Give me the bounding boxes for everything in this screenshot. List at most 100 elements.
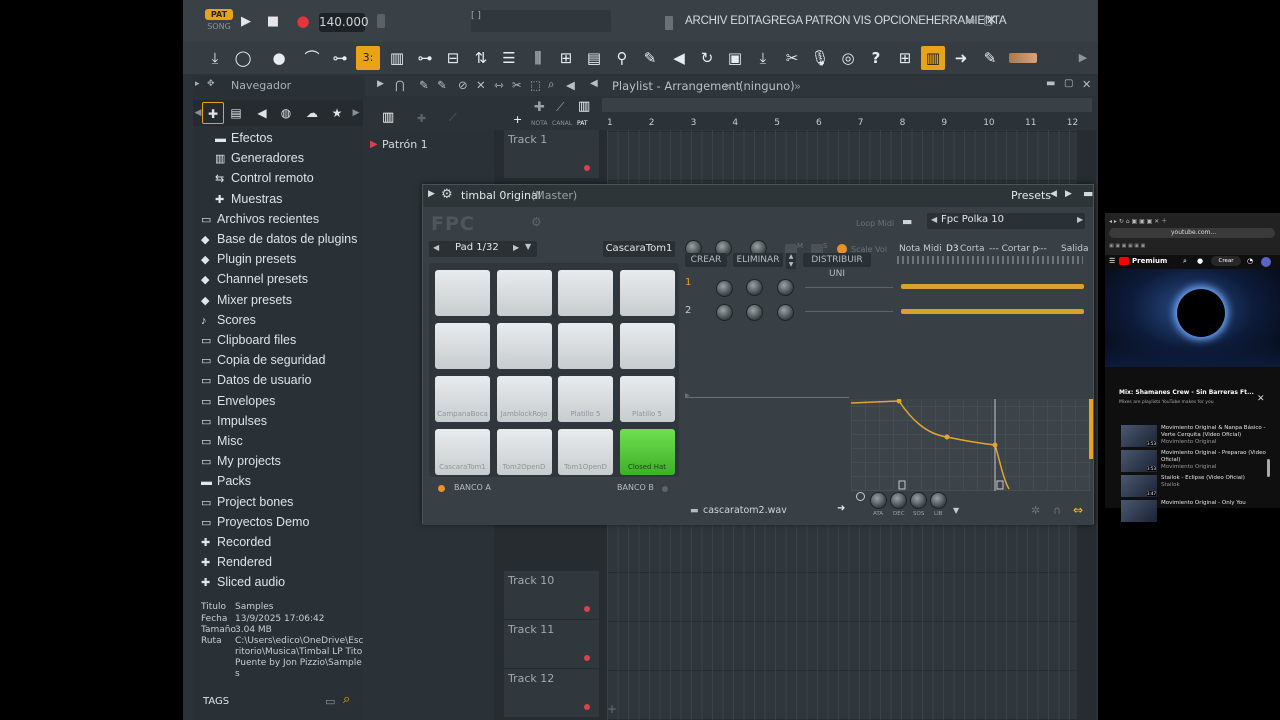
preset-prev-icon[interactable]: ◀ (1050, 189, 1057, 199)
headphone-icon[interactable]: ∩ (1053, 504, 1061, 517)
microphone-icon[interactable]: 🎙 (808, 46, 832, 70)
browser-item-scores[interactable]: ♪ Scores (201, 310, 256, 330)
browser-icon[interactable]: ✎ (638, 46, 662, 70)
pattern-mode-icon[interactable]: ▥ (578, 99, 590, 114)
all-tab-icon[interactable]: ✚ (202, 102, 224, 124)
browser-item-base-de-datos-de-plugins[interactable]: ◆ Base de datos de plugins (201, 229, 357, 249)
arrow-right-icon[interactable]: ➜ (949, 46, 973, 70)
layer-2-velocity-range[interactable] (901, 309, 1084, 314)
layer-2-pitch-knob[interactable] (777, 304, 794, 321)
pad-option-s[interactable]: S (823, 242, 827, 250)
velocity-ruler[interactable] (897, 256, 1083, 264)
eliminar-button[interactable]: ELIMINAR (733, 253, 783, 267)
track-header[interactable]: Track 12 (504, 669, 599, 718)
browser-item-impulses[interactable]: ▭ Impulses (201, 411, 267, 431)
drum-pad[interactable] (619, 270, 675, 316)
bank-b-led[interactable] (662, 486, 668, 492)
browser-item-envelopes[interactable]: ▭ Envelopes (201, 391, 275, 411)
window-x-icon[interactable]: ✕ (986, 13, 997, 28)
drum-pad[interactable] (496, 270, 552, 316)
fpc-settings-gear-icon[interactable]: ⚙ (441, 187, 453, 202)
plugin-db-tab-icon[interactable]: ◍ (275, 102, 297, 124)
loop-record-icon[interactable]: ⊶ (413, 46, 437, 70)
fpc-menu-arrow-icon[interactable]: ▶ (428, 189, 435, 199)
mix-title[interactable]: Mix: Shamanes Crew - Sin Barreras Ft... (1119, 389, 1269, 396)
browser-item-sliced-audio[interactable]: ✚ Sliced audio (201, 572, 285, 592)
tempo-display[interactable]: 140.000 (319, 13, 369, 32)
browser-item-packs[interactable]: ▬ Packs (201, 471, 251, 491)
channel-mode-icon[interactable]: ⟋ (556, 100, 564, 115)
drum-pad[interactable] (619, 323, 675, 369)
step-edit-icon[interactable]: ▥ (385, 46, 409, 70)
help-icon[interactable]: ? (864, 46, 888, 70)
env-attack-knob[interactable] (870, 492, 887, 509)
download-icon[interactable]: ⤓ (203, 46, 227, 70)
files-tab-icon[interactable]: ▤ (225, 102, 247, 124)
drum-pad[interactable]: CampanaBoca (435, 376, 490, 422)
playlist-close-icon[interactable]: ✕ (1082, 78, 1091, 91)
pad-name-field[interactable]: CascaraTom1 (603, 241, 675, 257)
save-icon[interactable]: ▣ (723, 46, 747, 70)
address-bar[interactable]: youtube.com... (1109, 228, 1275, 238)
hamburger-icon[interactable]: ☰ (1109, 257, 1115, 265)
video-player[interactable] (1105, 269, 1280, 367)
browser-item-control-remoto[interactable]: ⇆ Control remoto (215, 168, 314, 188)
draw-tool-icon[interactable]: ✎ (419, 78, 429, 92)
zoom-tool-icon[interactable]: ⌕ (548, 77, 554, 92)
cut-icon[interactable]: ✂ (780, 46, 804, 70)
browser-item-efectos[interactable]: ▬ Efectos (215, 128, 273, 148)
pad-prev-icon[interactable]: ◀ (433, 243, 439, 252)
render-icon[interactable]: ⤓ (751, 46, 775, 70)
preset-folder-icon[interactable]: ▬ (902, 215, 912, 228)
plugins-tab-icon[interactable]: ◀ (251, 102, 273, 124)
browser-item-my-projects[interactable]: ▭ My projects (201, 451, 281, 471)
browser-item-mixer-presets[interactable]: ◆ Mixer presets (201, 290, 292, 310)
browser-item-channel-presets[interactable]: ◆ Channel presets (201, 269, 308, 289)
playback-tool-icon[interactable]: ◀ (566, 78, 575, 92)
track-header[interactable]: Track 11 (504, 620, 599, 669)
fpc-minimize-icon[interactable]: ▬ (1083, 187, 1093, 200)
queue-item[interactable]: 3:53 Movimiento Original & Nanpa Básico -… (1121, 425, 1271, 449)
sample-next-icon[interactable]: ➜ (837, 503, 845, 514)
pencil-tool-icon[interactable]: ✎ (978, 46, 1002, 70)
countdown-icon[interactable]: 3: (356, 46, 380, 70)
search-icon[interactable]: ⌕ (343, 692, 350, 707)
drum-pad[interactable]: Closed Hat (619, 429, 675, 475)
browser-item-generadores[interactable]: ▥ Generadores (215, 148, 304, 168)
crear-button[interactable]: CREAR (685, 253, 727, 267)
timeline-ruler[interactable]: 1 2 3 4 5 6 7 8 9 10 11 12 (607, 116, 1078, 130)
touch-keyboard-icon[interactable]: ▥ (921, 46, 945, 70)
pad-option-m[interactable]: M (797, 242, 803, 250)
chat-icon[interactable]: ◎ (836, 46, 860, 70)
pattern-item[interactable]: Patrón 1 (382, 138, 428, 151)
drum-pad[interactable] (558, 323, 613, 369)
preset-selector-next-icon[interactable]: ▶ (1077, 215, 1083, 224)
queue-item[interactable]: Movimiento Original - Only You (1121, 500, 1271, 524)
preset-selector-prev-icon[interactable]: ◀ (931, 215, 937, 224)
sample-folder-icon[interactable]: ▬ (690, 506, 699, 516)
browser-item-plugin-presets[interactable]: ◆ Plugin presets (201, 249, 296, 269)
layer-1-pan-knob[interactable] (746, 279, 763, 296)
pad-selector[interactable]: ◀ Pad 1/32 ▶ ▼ (429, 241, 537, 257)
avatar[interactable] (1261, 257, 1271, 267)
mixer-fader-icon[interactable]: ⇅ (469, 46, 493, 70)
paint-tool-icon[interactable]: ✎ (437, 78, 447, 92)
slip-tool-icon[interactable]: ⇿ (494, 78, 504, 92)
drum-pad[interactable]: JamblockRojo (496, 376, 552, 422)
notification-icon[interactable]: ◔ (1247, 257, 1253, 265)
queue-item[interactable]: 3:47 Stailok - Eclipse (Video Oficial) Sta… (1121, 475, 1271, 499)
mute-tool-icon[interactable]: ✕ (476, 78, 486, 92)
folder-icon[interactable]: ▭ (325, 695, 335, 708)
typing-keyboard-icon[interactable]: ⌒ (300, 46, 324, 70)
window-layout-icon[interactable]: ⊞ (893, 46, 917, 70)
fpc-logo-gear-icon[interactable]: ⚙ (531, 215, 542, 229)
bank-a-button[interactable]: BANCO A (454, 483, 491, 492)
browser-tab-icons[interactable]: ◂ ▸ ↻ ⌂ ▣ ▣ ▣ ✕ ＋ (1109, 216, 1167, 225)
yt-search-icon[interactable]: ⌕ (1183, 257, 1187, 266)
yt-mic-icon[interactable]: ● (1197, 257, 1203, 265)
add-track-icon[interactable]: + (513, 113, 522, 126)
add-marker-icon[interactable]: + (607, 702, 617, 716)
browser-item-proyectos-demo[interactable]: ▭ Proyectos Demo (201, 512, 309, 532)
bank-b-button[interactable]: BANCO B (617, 483, 654, 492)
layer-1-volume-knob[interactable] (716, 280, 733, 297)
